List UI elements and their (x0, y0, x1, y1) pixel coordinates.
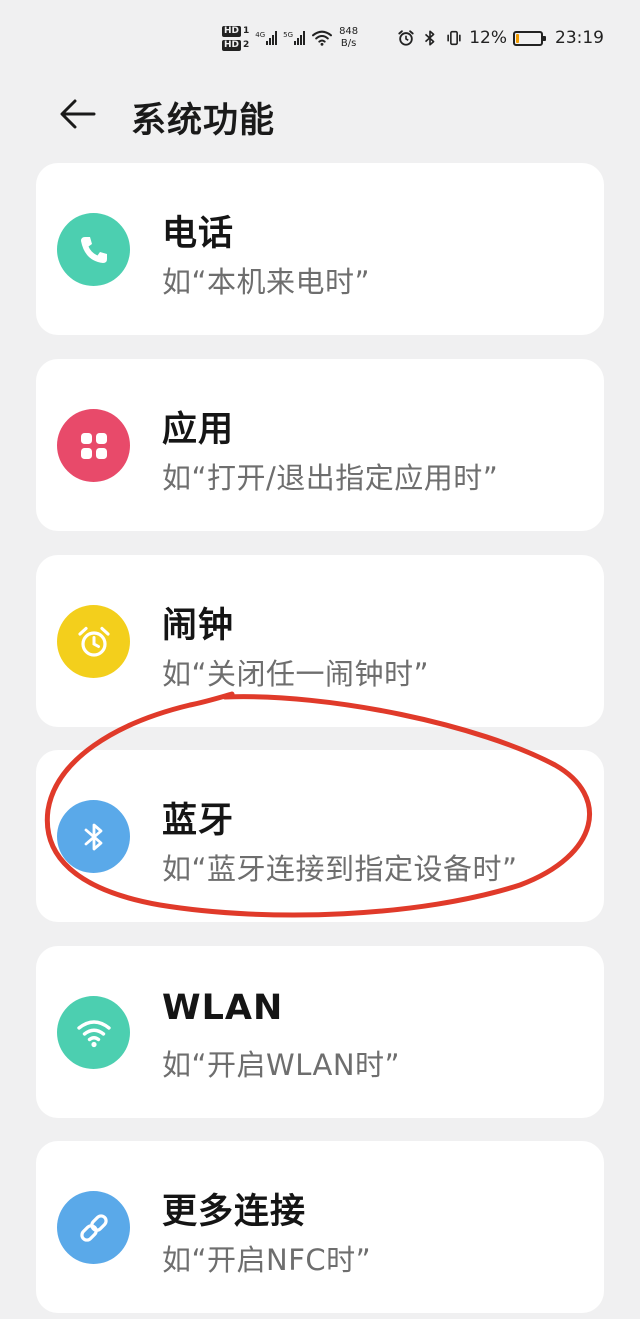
link-icon (79, 1213, 108, 1242)
network-type-4g: 4G (255, 31, 266, 39)
list-item-phone[interactable]: 电话 如“本机来电时” (36, 163, 604, 335)
list-item-bluetooth[interactable]: 蓝牙 如“蓝牙连接到指定设备时” (36, 750, 604, 922)
vibrate-icon (447, 30, 461, 46)
alarm-clock-icon (77, 626, 110, 657)
battery-percent: 12% (469, 28, 507, 48)
item-title: 更多连接 (162, 1192, 307, 1232)
item-description: 如“蓝牙连接到指定设备时” (162, 852, 518, 886)
phone-icon-badge (57, 213, 130, 286)
sim2-hd-badge: HD 2 (222, 39, 250, 51)
signal-bars-icon (266, 31, 278, 45)
network-speed-unit: B/s (340, 38, 357, 49)
item-description: 如“本机来电时” (162, 265, 371, 299)
list-item-wlan[interactable]: WLAN 如“开启WLAN时” (36, 946, 604, 1118)
item-title: 闹钟 (162, 606, 235, 646)
status-bar: HD 1 HD 2 4G 5G 848 B/s 12% 23:19 (0, 0, 640, 76)
bluetooth-icon (84, 823, 102, 850)
battery-icon (513, 30, 546, 46)
network-speed: 848 B/s (339, 26, 358, 50)
battery-level-fill (516, 33, 519, 43)
list-item-more-connections[interactable]: 更多连接 如“开启NFC时” (36, 1141, 604, 1313)
wifi-status-icon (312, 30, 333, 46)
list-item-apps[interactable]: 应用 如“打开/退出指定应用时” (36, 359, 604, 531)
network-type-5g: 5G (283, 31, 294, 39)
bluetooth-icon-badge (57, 800, 130, 873)
item-description: 如“开启WLAN时” (162, 1048, 401, 1082)
wifi-icon (76, 1019, 111, 1047)
network-speed-value: 848 (339, 26, 359, 37)
status-bar-right: 12% 23:19 (397, 26, 604, 50)
signal-bars-icon (294, 31, 306, 45)
alarm-icon (398, 30, 414, 46)
page-title: 系统功能 (131, 101, 276, 141)
link-icon-badge (57, 1191, 130, 1264)
item-description: 如“开启NFC时” (162, 1243, 372, 1277)
list-item-alarm[interactable]: 闹钟 如“关闭任一闹钟时” (36, 555, 604, 727)
item-description: 如“打开/退出指定应用时” (162, 461, 499, 495)
wifi-icon-badge (57, 996, 130, 1069)
back-arrow-icon[interactable] (58, 94, 98, 134)
apps-grid-icon (80, 432, 107, 459)
sim1-hd-badge: HD 1 (222, 25, 250, 37)
signal-4g: 4G (255, 31, 278, 45)
sim-indicators: HD 1 HD 2 (222, 25, 250, 51)
phone-icon (80, 236, 107, 263)
bluetooth-icon (425, 30, 435, 46)
status-bar-left: HD 1 HD 2 4G 5G 848 B/s (222, 20, 358, 56)
clock-time: 23:19 (555, 28, 604, 48)
item-title: 蓝牙 (162, 801, 235, 841)
item-title: 电话 (162, 214, 235, 254)
apps-icon-badge (57, 409, 130, 482)
alarm-icon-badge (57, 605, 130, 678)
item-title: WLAN (162, 988, 284, 1028)
signal-5g: 5G (283, 31, 306, 45)
item-title: 应用 (162, 410, 235, 450)
item-description: 如“关闭任一闹钟时” (162, 657, 430, 691)
page-header: 系统功能 (0, 76, 640, 156)
